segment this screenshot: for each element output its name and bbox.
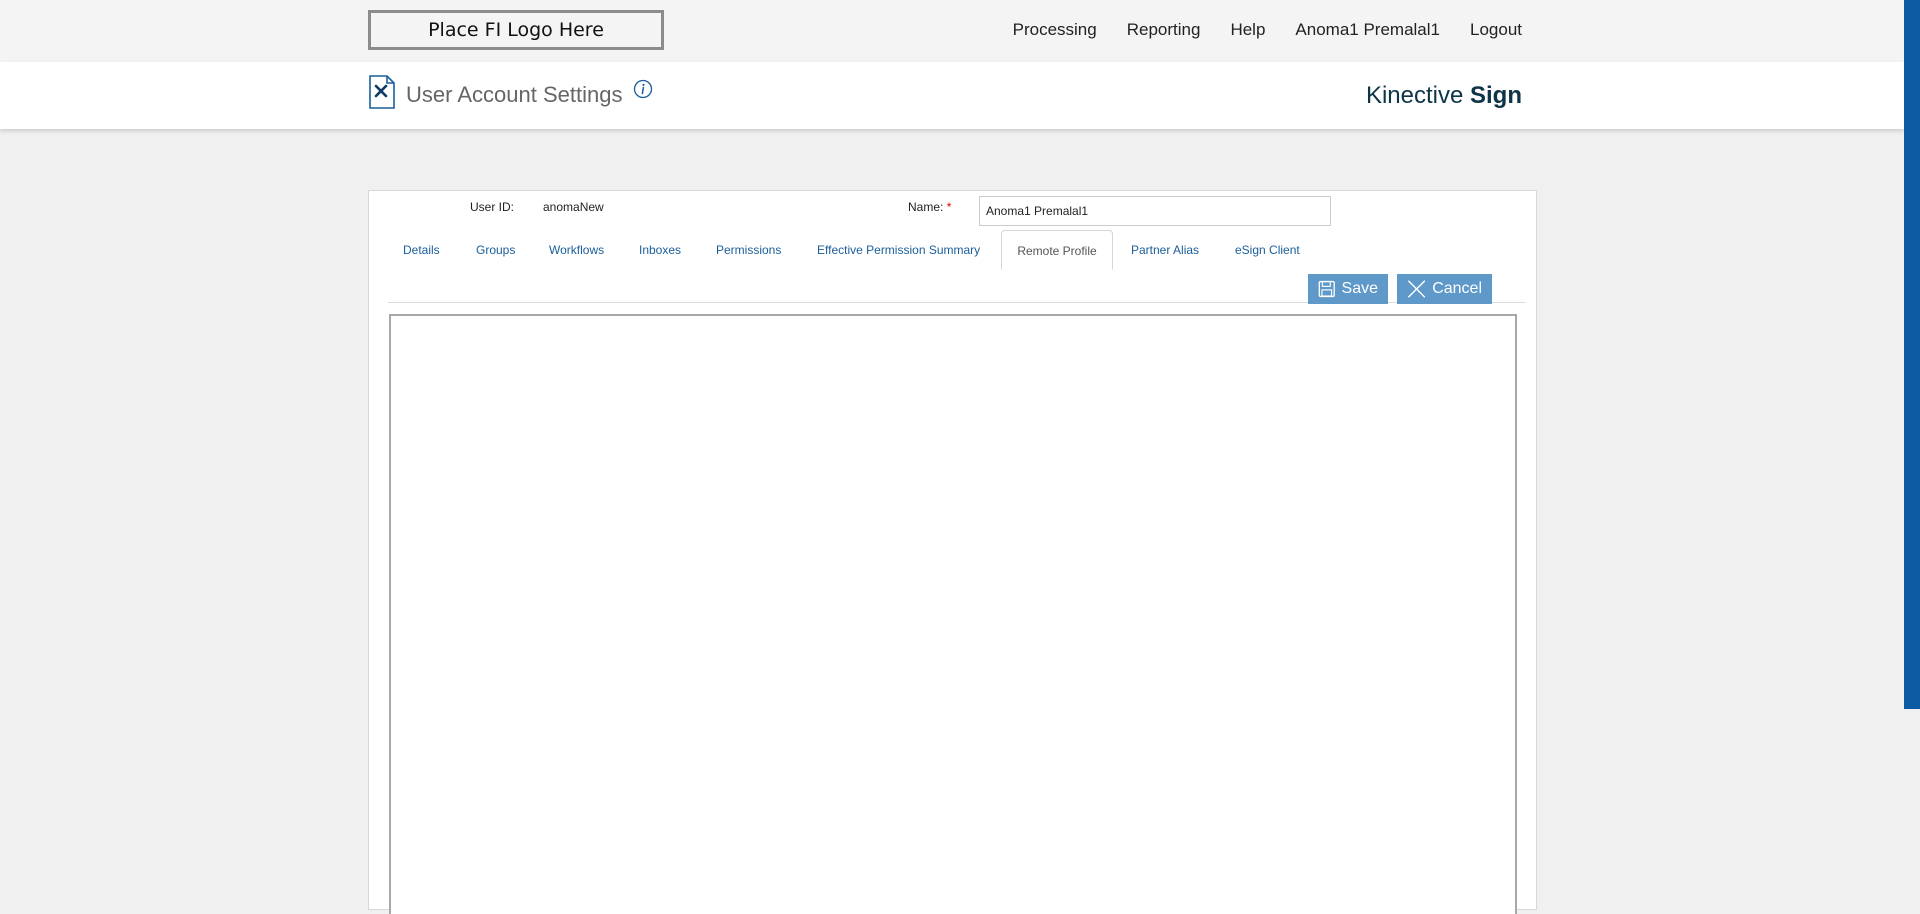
- tab-remote-profile[interactable]: Remote Profile: [1001, 230, 1113, 270]
- tab-partner-alias[interactable]: Partner Alias: [1131, 230, 1199, 270]
- info-icon[interactable]: [633, 79, 653, 99]
- brand-bold: Sign: [1470, 82, 1522, 109]
- nav-logout[interactable]: Logout: [1470, 20, 1522, 40]
- settings-page-icon: [369, 75, 395, 109]
- fi-logo-placeholder[interactable]: Place FI Logo Here: [368, 10, 664, 50]
- top-bar: Place FI Logo Here Processing Reporting …: [0, 0, 1904, 62]
- name-label-text: Name:: [908, 200, 944, 214]
- tab-esign-client[interactable]: eSign Client: [1235, 230, 1300, 270]
- nav-help[interactable]: Help: [1230, 20, 1265, 40]
- cancel-label: Cancel: [1432, 280, 1482, 297]
- nav-reporting[interactable]: Reporting: [1127, 20, 1201, 40]
- top-nav: Processing Reporting Help Anoma1 Premala…: [1013, 20, 1522, 40]
- logo-text: Place FI Logo Here: [428, 19, 604, 41]
- nav-user-name[interactable]: Anoma1 Premalal1: [1295, 20, 1440, 40]
- tab-groups[interactable]: Groups: [476, 230, 515, 270]
- tab-permissions[interactable]: Permissions: [716, 230, 781, 270]
- remote-profile-frame[interactable]: [389, 314, 1517, 914]
- tab-effective-permission-summary[interactable]: Effective Permission Summary: [817, 230, 980, 270]
- name-input[interactable]: [979, 196, 1331, 226]
- name-label: Name: *: [908, 200, 951, 214]
- save-label: Save: [1341, 280, 1378, 297]
- required-marker: *: [946, 200, 952, 214]
- nav-processing[interactable]: Processing: [1013, 20, 1097, 40]
- brand-logo: Kinective Sign: [1366, 82, 1522, 110]
- save-icon: [1318, 280, 1335, 298]
- tab-workflows[interactable]: Workflows: [549, 230, 604, 270]
- user-id-value: anomaNew: [543, 200, 604, 214]
- page-header: [0, 62, 1904, 129]
- user-id-label: User ID:: [470, 200, 515, 214]
- accent-stripe: [1904, 0, 1920, 709]
- cancel-button[interactable]: Cancel: [1397, 274, 1492, 304]
- page-title: User Account Settings: [406, 82, 623, 107]
- close-icon: [1408, 280, 1426, 298]
- brand-light: Kinective: [1365, 82, 1464, 109]
- tab-details[interactable]: Details: [403, 230, 440, 270]
- save-button[interactable]: Save: [1308, 274, 1388, 304]
- tab-inboxes[interactable]: Inboxes: [639, 230, 681, 270]
